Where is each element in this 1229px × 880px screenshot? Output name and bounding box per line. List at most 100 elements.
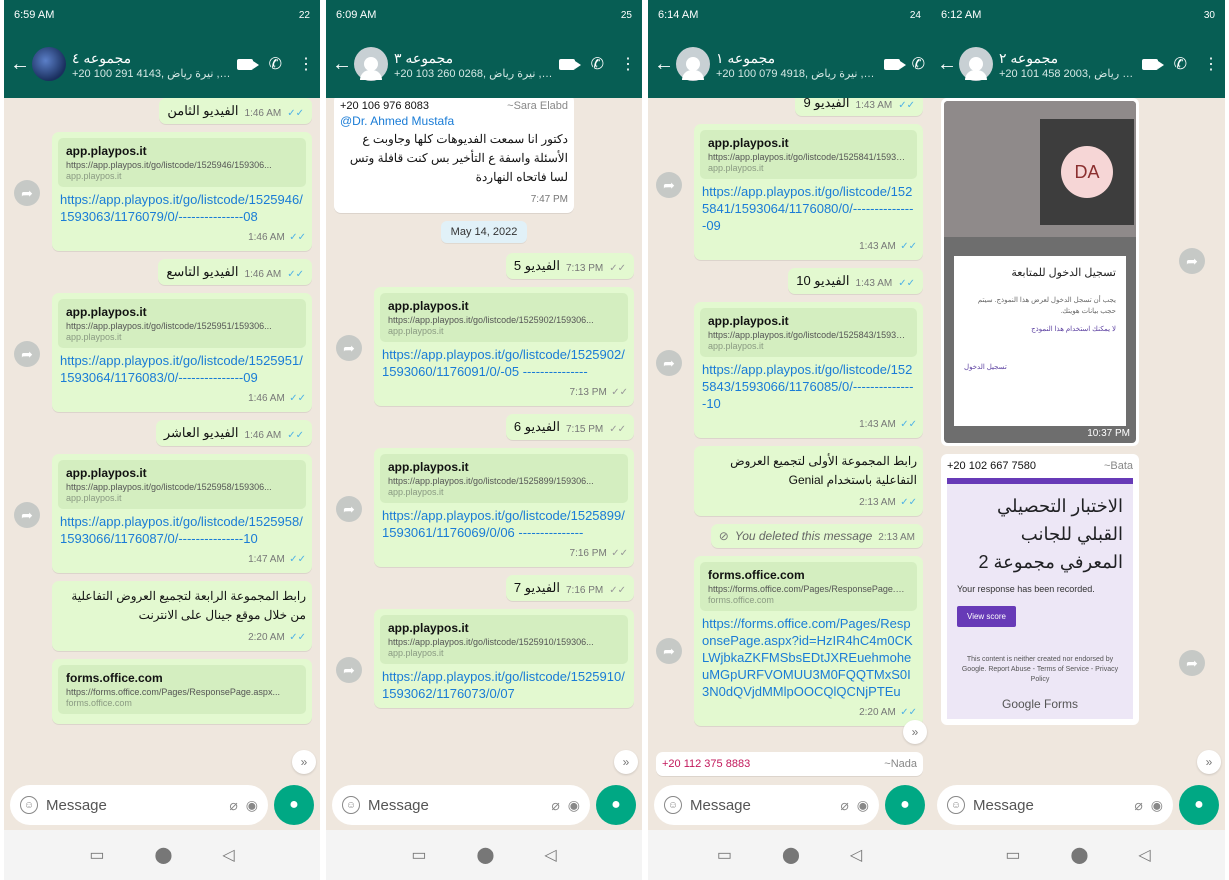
message-list[interactable]: +20 106 976 8083 ~Sara Elabd @Dr. Ahmed … <box>326 98 642 780</box>
message-bubble[interactable]: الفيديو 9 1:43 AM ✓✓ <box>795 98 923 116</box>
emoji-icon[interactable]: ☺ <box>342 796 360 814</box>
message-link[interactable]: https://app.playpos.it/go/listcode/15259… <box>58 513 306 547</box>
forward-icon[interactable]: ➦ <box>336 657 362 683</box>
recent-apps-icon[interactable]: ▭ <box>411 845 426 865</box>
forward-icon[interactable]: ➦ <box>1179 650 1205 676</box>
chat-title[interactable]: مجموعه ٣ +20 103 260 0268, نيرة رياض ,+.… <box>394 49 553 80</box>
message-input[interactable]: ☺ Message ⌀ ◉ <box>10 785 268 825</box>
emoji-icon[interactable]: ☺ <box>20 796 38 814</box>
chat-title[interactable]: مجموعه ٢ +20 101 458 2003, نيرة رياض ,+.… <box>999 49 1136 80</box>
voice-call-icon[interactable]: ✆ <box>591 54 604 74</box>
camera-icon[interactable]: ◉ <box>568 797 580 814</box>
link-message[interactable]: ➦ app.playpos.it https://app.playpos.it/… <box>336 287 634 406</box>
incoming-message[interactable]: +20 106 976 8083 ~Sara Elabd @Dr. Ahmed … <box>334 98 574 213</box>
link-message[interactable]: forms.office.com https://forms.office.co… <box>52 659 312 724</box>
link-message[interactable]: ➦ app.playpos.it https://app.playpos.it/… <box>14 454 312 573</box>
mic-button[interactable]: ● <box>274 785 314 825</box>
recent-apps-icon[interactable]: ▭ <box>1005 845 1020 865</box>
group-avatar[interactable] <box>676 47 710 81</box>
message-bubble[interactable]: رابط المجموعة الأولى لتجميع العروض التفا… <box>694 446 923 516</box>
back-nav-icon[interactable]: ◁ <box>1138 845 1150 865</box>
link-preview[interactable]: app.playpos.it https://app.playpos.it/go… <box>380 615 628 664</box>
scroll-down-icon[interactable]: » <box>292 750 316 774</box>
video-call-icon[interactable] <box>236 58 259 70</box>
message-bubble[interactable]: الفيديو 6 7:15 PM ✓✓ <box>505 414 634 440</box>
forward-icon[interactable]: ➦ <box>1179 248 1205 274</box>
message-bubble[interactable]: الفيديو العاشر 1:46 AM ✓✓ <box>155 420 312 446</box>
emoji-icon[interactable]: ☺ <box>947 796 965 814</box>
mic-button[interactable]: ● <box>1179 785 1219 825</box>
scroll-down-icon[interactable]: » <box>614 750 638 774</box>
link-preview[interactable]: app.playpos.it https://app.playpos.it/go… <box>58 138 306 187</box>
video-call-icon[interactable] <box>558 58 581 70</box>
more-options-icon[interactable]: ⋮ <box>298 54 314 74</box>
video-call-icon[interactable] <box>1141 58 1164 70</box>
message-link[interactable]: https://app.playpos.it/go/listcode/15258… <box>380 507 628 541</box>
link-preview[interactable]: app.playpos.it https://app.playpos.it/go… <box>700 130 917 179</box>
forward-icon[interactable]: ➦ <box>14 180 40 206</box>
message-input[interactable]: ☺ Message ⌀ ◉ <box>654 785 879 825</box>
emoji-icon[interactable]: ☺ <box>664 796 682 814</box>
message-bubble[interactable]: الفيديو 7 7:16 PM ✓✓ <box>505 575 634 601</box>
link-preview[interactable]: app.playpos.it https://app.playpos.it/go… <box>380 293 628 342</box>
link-message[interactable]: ➦ app.playpos.it https://app.playpos.it/… <box>336 609 634 708</box>
chat-title[interactable]: مجموعه ٤ +20 100 291 4143, نيرة رياض ,+.… <box>72 49 231 80</box>
form-screenshot[interactable]: الاختبار التحصيلي القبلي للجانب المعرفي … <box>947 478 1133 719</box>
message-bubble[interactable]: رابط المجموعة الرابعة لتجميع العروض التف… <box>52 581 312 651</box>
back-nav-icon[interactable]: ◁ <box>850 845 862 865</box>
message-link[interactable]: https://forms.office.com/Pages/ResponseP… <box>700 615 917 700</box>
more-options-icon[interactable]: ⋮ <box>1203 54 1219 74</box>
recent-apps-icon[interactable]: ▭ <box>717 845 732 865</box>
message-input[interactable]: ☺ Message ⌀ ◉ <box>332 785 590 825</box>
back-arrow-icon[interactable]: ← <box>937 53 957 76</box>
forward-icon[interactable]: ➦ <box>14 502 40 528</box>
message-link[interactable]: https://app.playpos.it/go/listcode/15259… <box>58 352 306 386</box>
back-arrow-icon[interactable]: ← <box>10 53 30 76</box>
forward-icon[interactable]: ➦ <box>14 341 40 367</box>
forward-icon[interactable]: ➦ <box>656 638 682 664</box>
attach-icon[interactable]: ⌀ <box>1134 797 1142 814</box>
forward-icon[interactable]: ➦ <box>656 172 682 198</box>
message-link[interactable]: https://app.playpos.it/go/listcode/15258… <box>700 183 917 234</box>
message-list[interactable]: الفيديو 9 1:43 AM ✓✓ ➦ app.playpos.it htt… <box>648 98 931 780</box>
home-icon[interactable]: ⬤ <box>476 845 494 865</box>
link-preview[interactable]: forms.office.com https://forms.office.co… <box>700 562 917 611</box>
message-link[interactable]: https://app.playpos.it/go/listcode/15259… <box>380 668 628 702</box>
link-message[interactable]: ➦ app.playpos.it https://app.playpos.it/… <box>656 124 923 260</box>
attach-icon[interactable]: ⌀ <box>551 797 559 814</box>
message-link[interactable]: https://app.playpos.it/go/listcode/15259… <box>58 191 306 225</box>
link-message[interactable]: ➦ app.playpos.it https://app.playpos.it/… <box>336 448 634 567</box>
voice-call-icon[interactable]: ✆ <box>912 54 925 74</box>
video-call-icon[interactable] <box>883 58 906 70</box>
chat-title[interactable]: مجموعه ١ +20 100 079 4918, نيرة رياض ,+.… <box>716 49 878 80</box>
more-options-icon[interactable]: ⋮ <box>620 54 636 74</box>
home-icon[interactable]: ⬤ <box>154 845 172 865</box>
link-preview[interactable]: app.playpos.it https://app.playpos.it/go… <box>58 460 306 509</box>
scroll-down-icon[interactable]: » <box>1197 750 1221 774</box>
link-preview[interactable]: app.playpos.it https://app.playpos.it/go… <box>58 299 306 348</box>
message-link[interactable]: https://app.playpos.it/go/listcode/15258… <box>700 361 917 412</box>
camera-icon[interactable]: ◉ <box>1151 797 1163 814</box>
link-preview[interactable]: forms.office.com https://forms.office.co… <box>58 665 306 714</box>
incoming-image-message[interactable]: +20 102 667 7580 ~Bata الاختبار التحصيلي… <box>941 454 1139 725</box>
group-avatar[interactable] <box>959 47 993 81</box>
back-nav-icon[interactable]: ◁ <box>222 845 234 865</box>
mention[interactable]: @Dr. Ahmed Mustafa <box>340 114 568 128</box>
attach-icon[interactable]: ⌀ <box>229 797 237 814</box>
link-preview[interactable]: app.playpos.it https://app.playpos.it/go… <box>700 308 917 357</box>
message-bubble[interactable]: الفيديو 5 7:13 PM ✓✓ <box>505 253 634 279</box>
home-icon[interactable]: ⬤ <box>1070 845 1088 865</box>
mic-button[interactable]: ● <box>885 785 925 825</box>
link-message[interactable]: ➦ forms.office.com https://forms.office.… <box>656 556 923 726</box>
voice-call-icon[interactable]: ✆ <box>269 54 282 74</box>
home-icon[interactable]: ⬤ <box>782 845 800 865</box>
camera-icon[interactable]: ◉ <box>246 797 258 814</box>
image-message[interactable]: DA تسجيل الدخول للمتابعة يجب أن تسجل الد… <box>941 98 1139 446</box>
back-nav-icon[interactable]: ◁ <box>544 845 556 865</box>
voice-call-icon[interactable]: ✆ <box>1174 54 1187 74</box>
message-bubble[interactable]: الفيديو 10 1:43 AM ✓✓ <box>788 268 923 294</box>
message-link[interactable]: https://app.playpos.it/go/listcode/15259… <box>380 346 628 380</box>
link-preview[interactable]: app.playpos.it https://app.playpos.it/go… <box>380 454 628 503</box>
forward-icon[interactable]: ➦ <box>336 496 362 522</box>
incoming-message[interactable]: +20 112 375 8883 ~Nada <box>656 752 923 776</box>
